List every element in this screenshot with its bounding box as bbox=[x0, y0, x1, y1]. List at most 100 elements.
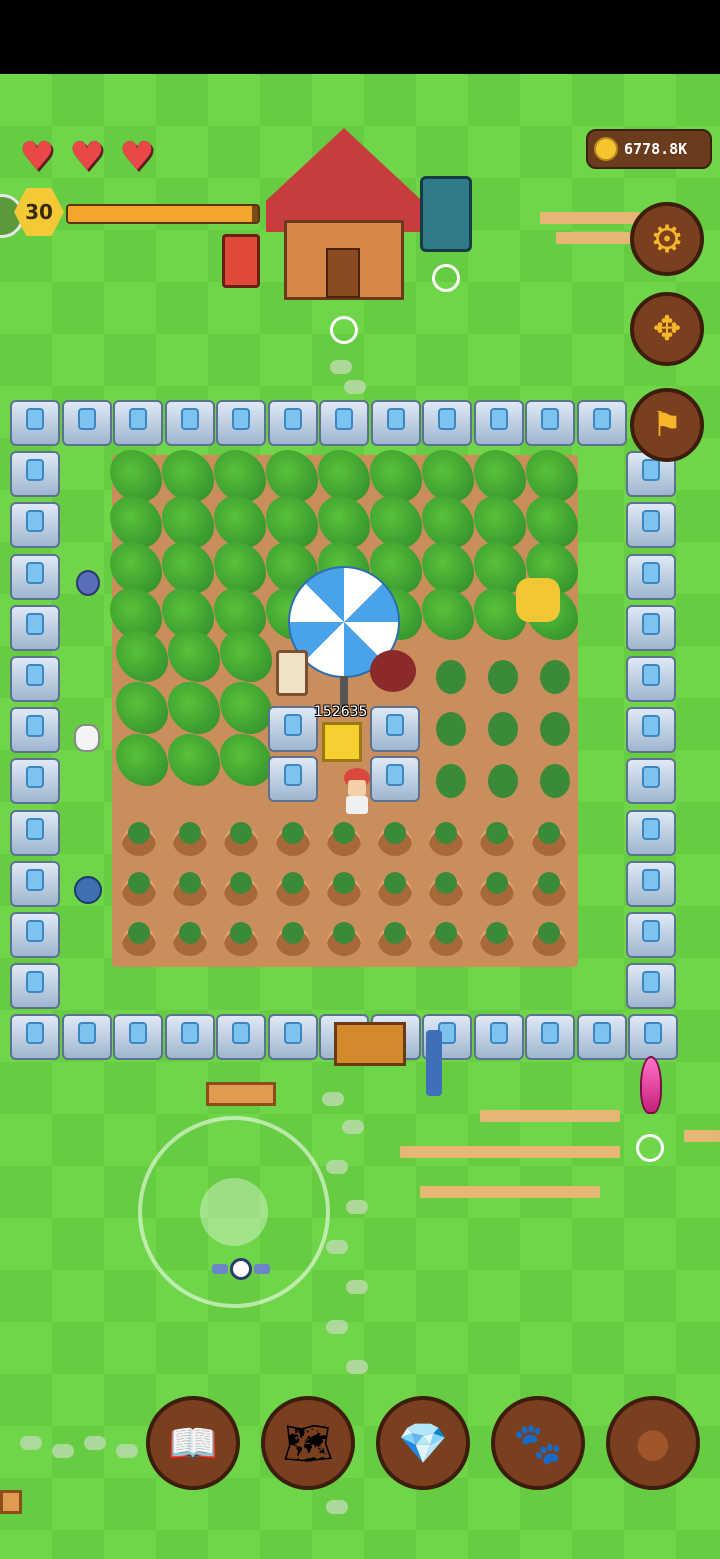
fence-post bbox=[628, 1014, 678, 1060]
fence-post bbox=[370, 756, 420, 802]
sprout-crop[interactable] bbox=[436, 660, 466, 694]
sprout-crop[interactable] bbox=[436, 712, 466, 746]
hay-patch bbox=[420, 1186, 600, 1198]
deck-chair[interactable] bbox=[222, 234, 260, 288]
farm-gate[interactable] bbox=[334, 1022, 406, 1066]
fence-post bbox=[164, 400, 215, 446]
fence-post bbox=[319, 400, 369, 446]
map-scroll-icon: 🗺 bbox=[282, 1420, 334, 1467]
mushroom-crop[interactable] bbox=[370, 650, 416, 692]
sprout-crop bbox=[332, 872, 355, 894]
path-stone bbox=[326, 1160, 348, 1174]
fence-post bbox=[113, 400, 163, 446]
player-face bbox=[348, 780, 366, 796]
heart-icon: ♥ bbox=[19, 134, 55, 180]
drone-wing bbox=[212, 1264, 228, 1274]
golden-chest[interactable] bbox=[322, 722, 362, 762]
fence-post bbox=[626, 963, 676, 1010]
sprout-crop bbox=[332, 822, 355, 844]
fence-post bbox=[10, 758, 60, 805]
move-button[interactable]: ✥ bbox=[630, 292, 704, 366]
house-door[interactable] bbox=[326, 248, 360, 298]
fence-post bbox=[626, 604, 676, 651]
xp-progress-bar bbox=[66, 204, 260, 224]
sprout-crop[interactable] bbox=[540, 660, 570, 694]
coin-icon bbox=[594, 137, 618, 161]
interaction-marker[interactable] bbox=[432, 264, 460, 292]
sprout-crop bbox=[281, 872, 304, 894]
fence-post bbox=[10, 809, 60, 856]
map-button[interactable]: 🗺 bbox=[261, 1396, 355, 1490]
fence-post bbox=[626, 553, 676, 600]
path-stone bbox=[342, 1120, 364, 1134]
path-stone bbox=[326, 1320, 348, 1334]
fence-post bbox=[164, 1014, 215, 1060]
sprout-crop[interactable] bbox=[540, 764, 570, 798]
flag-button[interactable]: ⚑ bbox=[630, 388, 704, 462]
sprout-crop[interactable] bbox=[540, 712, 570, 746]
fence-post bbox=[268, 756, 318, 802]
game-screen[interactable]: 152635 ♥ ♥ ♥ 30 6778.8K ⚙ ✥ ⚑ 📖 🗺 💎 🐾 ● bbox=[0, 0, 720, 1559]
hay-patch bbox=[400, 1146, 620, 1158]
street-lamp bbox=[426, 1030, 442, 1096]
gem-coin-icon: 💎 bbox=[398, 1420, 448, 1467]
heart-icon: ♥ bbox=[119, 134, 155, 180]
path-stone bbox=[84, 1436, 106, 1450]
flag-icon: ⚑ bbox=[651, 405, 683, 445]
fence-post bbox=[626, 860, 676, 907]
fence-post bbox=[10, 553, 60, 600]
umbrella-pole bbox=[340, 676, 348, 706]
journal-button[interactable]: 📖 bbox=[146, 1396, 240, 1490]
sprout-crop[interactable] bbox=[488, 764, 518, 798]
banana-crop[interactable] bbox=[516, 578, 560, 622]
cotton-bush[interactable] bbox=[74, 724, 100, 752]
path-stone bbox=[52, 1444, 74, 1458]
drone-core bbox=[230, 1258, 252, 1280]
coin-counter[interactable]: 6778.8K bbox=[586, 129, 712, 169]
robot-machine[interactable] bbox=[420, 176, 472, 252]
fence-post bbox=[10, 502, 60, 549]
farm-house[interactable] bbox=[266, 128, 422, 300]
fence-post bbox=[10, 1014, 60, 1060]
hay-patch bbox=[684, 1130, 720, 1142]
bag-button[interactable]: ● bbox=[606, 1396, 700, 1490]
fence-post bbox=[216, 1014, 266, 1060]
player-character bbox=[340, 768, 374, 816]
fence-post bbox=[10, 656, 60, 702]
gear-icon: ⚙ bbox=[649, 217, 685, 261]
path-stone bbox=[346, 1360, 368, 1374]
health-hearts: ♥ ♥ ♥ bbox=[14, 134, 160, 180]
joystick-knob[interactable] bbox=[200, 1178, 268, 1246]
shop-button[interactable]: 💎 bbox=[376, 1396, 470, 1490]
helper-drone bbox=[212, 1254, 270, 1282]
wooden-bench[interactable] bbox=[206, 1082, 276, 1106]
water-pot[interactable] bbox=[76, 570, 100, 596]
fence-post bbox=[10, 604, 60, 651]
fence-post bbox=[10, 963, 60, 1010]
pets-button[interactable]: 🐾 bbox=[491, 1396, 585, 1490]
storage-barrel[interactable] bbox=[276, 650, 308, 696]
path-stone bbox=[330, 360, 352, 374]
pink-crystal[interactable] bbox=[640, 1056, 662, 1114]
fence-post bbox=[576, 1014, 627, 1060]
sprout-crop[interactable] bbox=[488, 712, 518, 746]
fence-post bbox=[10, 860, 60, 907]
path-stone bbox=[346, 1280, 368, 1294]
interaction-marker[interactable] bbox=[636, 1134, 664, 1162]
fence-post bbox=[10, 912, 60, 958]
level-indicator: 30 bbox=[0, 186, 270, 238]
wooden-bench[interactable] bbox=[0, 1490, 22, 1514]
fence-post bbox=[626, 502, 676, 549]
hay-patch bbox=[480, 1110, 620, 1122]
sprout-crop[interactable] bbox=[436, 764, 466, 798]
sprout-crop[interactable] bbox=[488, 660, 518, 694]
status-bar bbox=[0, 0, 720, 74]
blue-jar[interactable] bbox=[74, 876, 102, 904]
fence-post bbox=[113, 1014, 163, 1060]
interaction-marker[interactable] bbox=[330, 316, 358, 344]
fence-post bbox=[267, 1014, 318, 1060]
sprout-crop bbox=[384, 872, 406, 894]
settings-button[interactable]: ⚙ bbox=[630, 202, 704, 276]
coin-amount: 6778.8K bbox=[624, 140, 688, 158]
sprout-crop bbox=[332, 922, 355, 944]
